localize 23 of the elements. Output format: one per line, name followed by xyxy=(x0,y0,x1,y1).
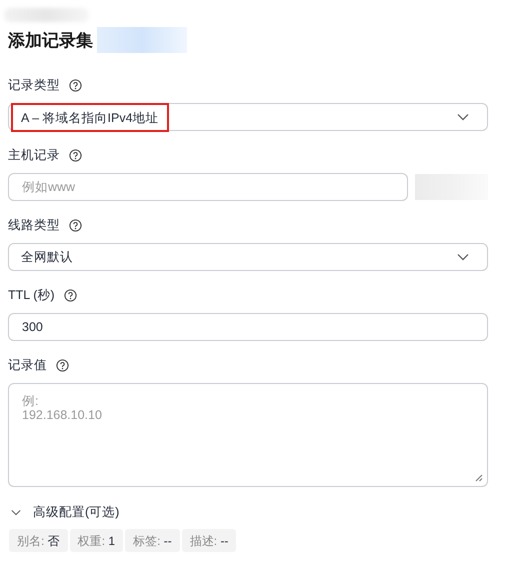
field-label: 记录值 xyxy=(8,357,47,374)
help-icon[interactable] xyxy=(56,358,69,372)
setting-tag: 别名: 否 xyxy=(9,529,68,552)
setting-tag: 权重: 1 xyxy=(70,529,124,552)
field-label: 记录类型 xyxy=(8,77,60,94)
caret-icon xyxy=(457,253,469,261)
help-icon[interactable] xyxy=(69,78,82,92)
dropdown[interactable]: A – 将域名指向IPv4地址 xyxy=(8,103,488,131)
resize-grip-icon[interactable] xyxy=(475,474,483,482)
help-icon[interactable] xyxy=(69,148,82,162)
caret-icon xyxy=(457,113,469,121)
setting-tag: 描述: -- xyxy=(182,529,236,552)
chevron-icon[interactable] xyxy=(11,508,21,516)
field-label: 线路类型 xyxy=(8,217,60,234)
field-label: 主机记录 xyxy=(8,147,60,164)
section-toggle[interactable]: 高级配置(可选) xyxy=(33,504,120,520)
page-title: 添加记录集 xyxy=(8,30,93,52)
field-label: TTL (秒) xyxy=(8,287,55,304)
input-field[interactable]: 300 xyxy=(8,313,488,341)
dropdown[interactable]: 全网默认 xyxy=(8,243,488,271)
help-icon[interactable] xyxy=(64,288,77,302)
setting-tag: 标签: -- xyxy=(125,529,180,552)
help-icon[interactable] xyxy=(69,218,82,232)
